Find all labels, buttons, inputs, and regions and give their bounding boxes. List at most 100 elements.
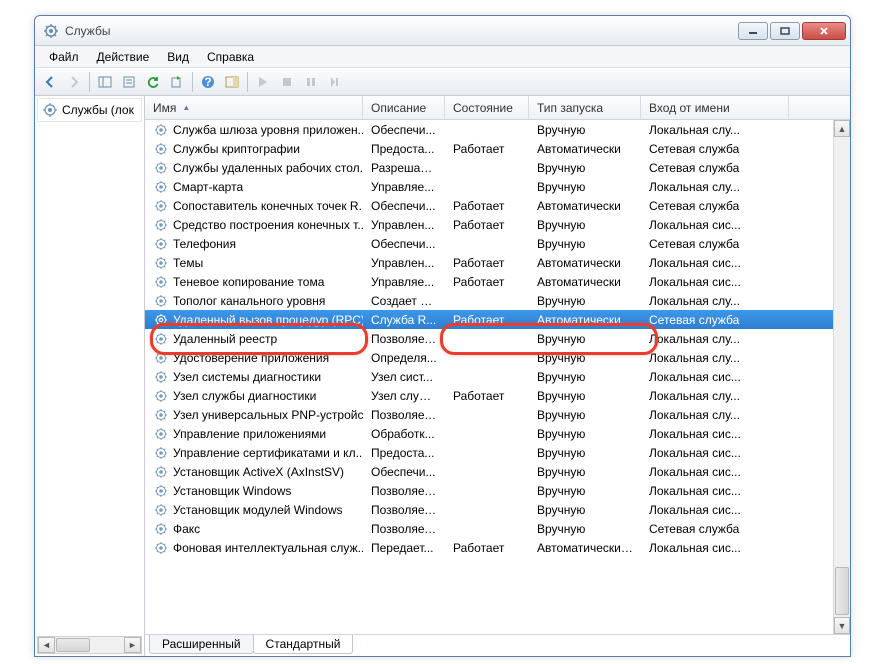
service-description: Обеспечи... [363, 465, 445, 479]
service-logon: Локальная слу... [641, 351, 789, 365]
menu-file[interactable]: Файл [41, 48, 87, 66]
scroll-up-icon[interactable]: ▲ [834, 120, 850, 137]
service-startup: Автоматически [529, 313, 641, 327]
service-description: Создает ка... [363, 294, 445, 308]
service-logon: Сетевая служба [641, 522, 789, 536]
column-name[interactable]: Имя [145, 96, 363, 119]
service-gear-icon [153, 198, 169, 214]
service-row[interactable]: Служба шлюза уровня приложен...Обеспечи.… [145, 120, 850, 139]
scroll-thumb[interactable] [56, 638, 90, 652]
service-gear-icon [153, 255, 169, 271]
service-name: Теневое копирование тома [173, 275, 324, 289]
service-row[interactable]: Узел службы диагностикиУзел служ...Работ… [145, 386, 850, 405]
service-startup: Вручную [529, 484, 641, 498]
service-status: Работает [445, 142, 529, 156]
separator [192, 72, 193, 92]
service-row[interactable]: ТелефонияОбеспечи...ВручнуюСетевая служб… [145, 234, 850, 253]
service-row[interactable]: Управление приложениямиОбработк...Вручну… [145, 424, 850, 443]
stop-service-button[interactable] [276, 71, 298, 93]
service-name: Фоновая интеллектуальная служ... [173, 541, 363, 555]
service-name: Узел службы диагностики [173, 389, 316, 403]
menu-view[interactable]: Вид [159, 48, 197, 66]
service-name: Узел системы диагностики [173, 370, 321, 384]
service-name: Удаленный реестр [173, 332, 277, 346]
service-gear-icon [153, 540, 169, 556]
service-row[interactable]: Управление сертификатами и кл...Предоста… [145, 443, 850, 462]
service-logon: Локальная сис... [641, 275, 789, 289]
tab-standard[interactable]: Стандартный [253, 635, 354, 654]
service-row[interactable]: Сопоставитель конечных точек R...Обеспеч… [145, 196, 850, 215]
service-description: Узел сист... [363, 370, 445, 384]
minimize-button[interactable] [738, 22, 768, 40]
service-description: Обеспечи... [363, 237, 445, 251]
service-row[interactable]: Средство построения конечных т...Управле… [145, 215, 850, 234]
service-description: Позволяет... [363, 503, 445, 517]
service-row[interactable]: Установщик ActiveX (AxInstSV)Обеспечи...… [145, 462, 850, 481]
service-description: Управлен... [363, 256, 445, 270]
refresh-button[interactable] [142, 71, 164, 93]
service-logon: Сетевая служба [641, 313, 789, 327]
service-row[interactable]: Службы криптографииПредоста...РаботаетАв… [145, 139, 850, 158]
action-pane-button[interactable] [221, 71, 243, 93]
service-row[interactable]: Фоновая интеллектуальная служ...Передает… [145, 538, 850, 557]
service-row[interactable]: Удаленный реестрПозволяет...ВручнуюЛокал… [145, 329, 850, 348]
tab-extended[interactable]: Расширенный [149, 635, 254, 654]
menu-help[interactable]: Справка [199, 48, 262, 66]
service-logon: Локальная сис... [641, 484, 789, 498]
tree-h-scrollbar[interactable]: ◄ ► [37, 636, 142, 654]
back-button[interactable] [39, 71, 61, 93]
service-logon: Локальная сис... [641, 503, 789, 517]
service-row[interactable]: Узел системы диагностикиУзел сист...Вруч… [145, 367, 850, 386]
service-gear-icon [153, 407, 169, 423]
help-button[interactable]: ? [197, 71, 219, 93]
export-button[interactable] [166, 71, 188, 93]
service-row[interactable]: Теневое копирование томаУправляе...Работ… [145, 272, 850, 291]
service-startup: Вручную [529, 389, 641, 403]
close-button[interactable] [802, 22, 846, 40]
service-row[interactable]: Тополог канального уровняСоздает ка...Вр… [145, 291, 850, 310]
restart-service-button[interactable] [324, 71, 346, 93]
properties-button[interactable] [118, 71, 140, 93]
service-status: Работает [445, 275, 529, 289]
service-row[interactable]: ТемыУправлен...РаботаетАвтоматическиЛока… [145, 253, 850, 272]
service-row[interactable]: ФаксПозволяет...ВручнуюСетевая служба [145, 519, 850, 538]
service-row[interactable]: Установщик модулей WindowsПозволяет...Вр… [145, 500, 850, 519]
service-row[interactable]: Узел универсальных PNP-устройс...Позволя… [145, 405, 850, 424]
column-logon[interactable]: Вход от имени [641, 96, 789, 119]
service-gear-icon [153, 160, 169, 176]
scroll-down-icon[interactable]: ▼ [834, 617, 850, 634]
v-scrollbar[interactable]: ▲ ▼ [833, 120, 850, 634]
service-description: Определя... [363, 351, 445, 365]
service-row[interactable]: Смарт-картаУправляе...ВручнуюЛокальная с… [145, 177, 850, 196]
service-startup: Автоматически [529, 275, 641, 289]
scroll-left-icon[interactable]: ◄ [38, 637, 55, 653]
column-startup[interactable]: Тип запуска [529, 96, 641, 119]
forward-button[interactable] [63, 71, 85, 93]
service-startup: Вручную [529, 408, 641, 422]
service-description: Управлен... [363, 218, 445, 232]
pause-service-button[interactable] [300, 71, 322, 93]
maximize-button[interactable] [770, 22, 800, 40]
column-description[interactable]: Описание [363, 96, 445, 119]
service-gear-icon [153, 502, 169, 518]
scroll-thumb[interactable] [835, 567, 849, 615]
service-startup: Вручную [529, 332, 641, 346]
menu-action[interactable]: Действие [89, 48, 158, 66]
service-status: Работает [445, 313, 529, 327]
service-status: Работает [445, 541, 529, 555]
service-gear-icon [153, 179, 169, 195]
column-status[interactable]: Состояние [445, 96, 529, 119]
service-description: Обработк... [363, 427, 445, 441]
service-row[interactable]: Установщик WindowsПозволяет...ВручнуюЛок… [145, 481, 850, 500]
titlebar[interactable]: Службы [35, 16, 850, 46]
service-description: Позволяет... [363, 408, 445, 422]
service-row[interactable]: Удостоверение приложенияОпределя...Вручн… [145, 348, 850, 367]
service-row[interactable]: Удаленный вызов процедур (RPC)Служба R..… [145, 310, 850, 329]
show-hide-tree-button[interactable] [94, 71, 116, 93]
scroll-right-icon[interactable]: ► [124, 637, 141, 653]
service-startup: Вручную [529, 446, 641, 460]
tree-root-services[interactable]: Службы (лок [37, 98, 142, 122]
service-description: Обеспечи... [363, 123, 445, 137]
service-row[interactable]: Службы удаленных рабочих стол...Разрешае… [145, 158, 850, 177]
start-service-button[interactable] [252, 71, 274, 93]
